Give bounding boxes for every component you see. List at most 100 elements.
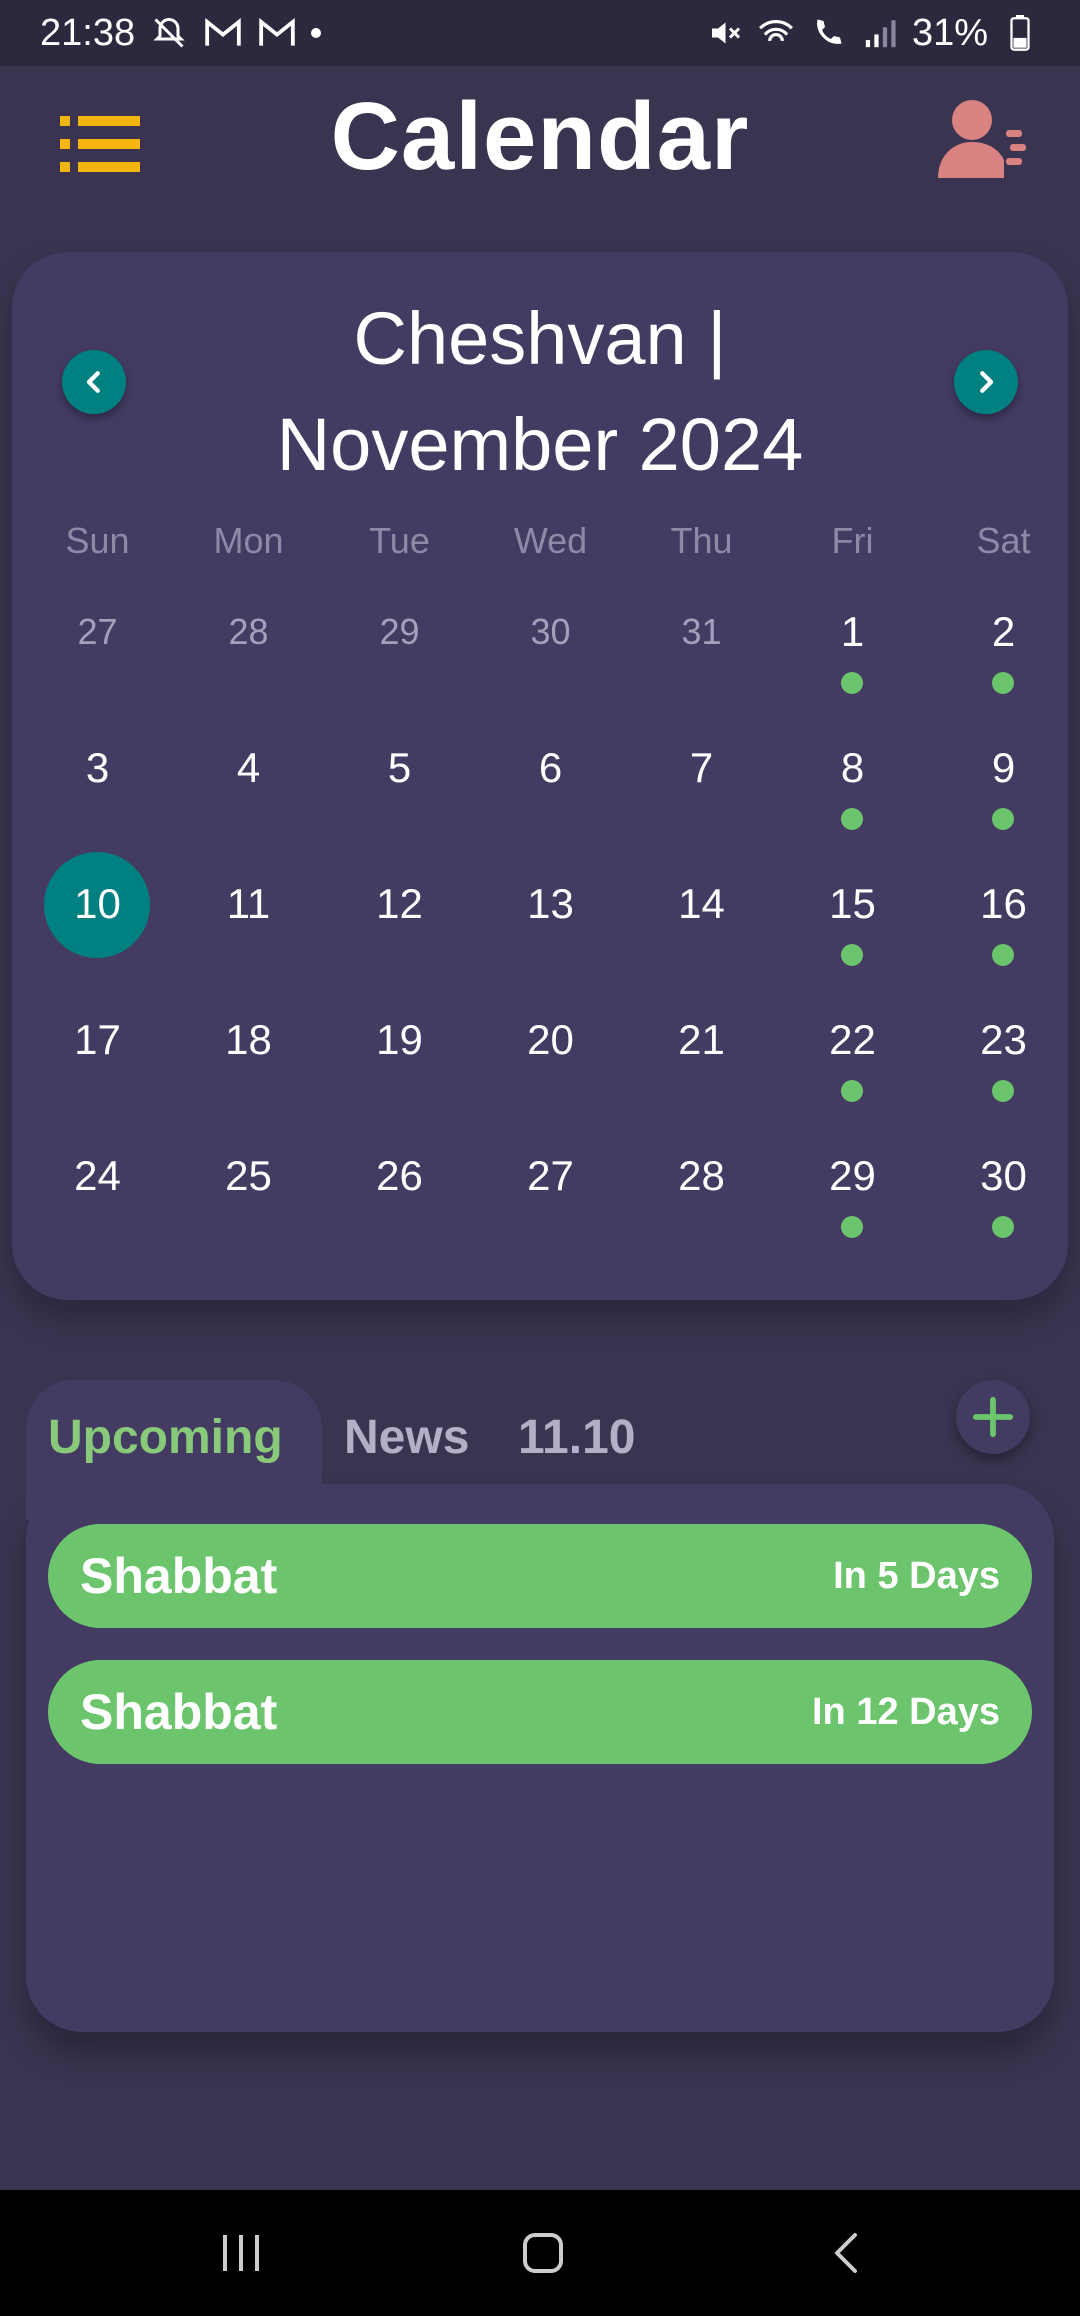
status-right: 31% [704, 12, 1040, 55]
day-number: 15 [829, 880, 876, 927]
day-cell[interactable]: 2 [928, 592, 1079, 712]
add-event-button[interactable] [956, 1380, 1030, 1454]
day-cell[interactable]: 14 [626, 864, 777, 984]
day-cell[interactable]: 13 [475, 864, 626, 984]
day-number: 10 [74, 880, 121, 927]
day-cell-today[interactable]: 10 [22, 852, 173, 984]
app-header: Calendar [0, 66, 1080, 216]
day-cell[interactable]: 27 [22, 592, 173, 712]
event-item[interactable]: Shabbat In 5 Days [48, 1524, 1032, 1628]
day-cell[interactable]: 6 [475, 728, 626, 848]
day-cell[interactable]: 12 [324, 864, 475, 984]
event-dot [841, 944, 863, 966]
day-number: 27 [77, 611, 118, 652]
page-title: Calendar [330, 83, 750, 190]
day-cell[interactable]: 4 [173, 728, 324, 848]
day-number: 31 [681, 611, 722, 652]
day-cell[interactable]: 30 [475, 592, 626, 712]
day-cell[interactable]: 9 [928, 728, 1079, 848]
day-number: 4 [236, 744, 261, 791]
day-cell[interactable]: 26 [324, 1136, 475, 1256]
back-button[interactable] [812, 2220, 882, 2286]
day-cell[interactable]: 23 [928, 1000, 1079, 1120]
status-left: 21:38 [40, 12, 322, 55]
screen: 21:38 31% Calendar Cheshvan | November 2… [0, 0, 1080, 2316]
day-number: 9 [991, 744, 1016, 791]
day-number: 1 [840, 608, 865, 655]
day-cell[interactable]: 28 [626, 1136, 777, 1256]
home-icon [523, 2233, 563, 2273]
weekday-label: Sun [65, 520, 130, 561]
weekday-label: Fri [831, 520, 874, 561]
day-cell[interactable]: 1 [777, 592, 928, 712]
day-cell[interactable]: 29 [324, 592, 475, 712]
event-dot [841, 672, 863, 694]
day-cell[interactable]: 27 [475, 1136, 626, 1256]
day-number: 23 [980, 1016, 1027, 1063]
event-dot [992, 672, 1014, 694]
system-nav-bar [0, 2190, 1080, 2316]
day-number: 30 [980, 1152, 1027, 1199]
event-dot [992, 944, 1014, 966]
day-cell[interactable]: 3 [22, 728, 173, 848]
day-number: 17 [74, 1016, 121, 1063]
day-cell[interactable]: 16 [928, 864, 1079, 984]
day-cell[interactable]: 20 [475, 1000, 626, 1120]
day-cell[interactable]: 19 [324, 1000, 475, 1120]
calendar-card: Cheshvan | November 2024 Sun Mon Tue Wed Thu… [12, 252, 1068, 1300]
next-month-button[interactable] [954, 350, 1018, 414]
day-number: 21 [678, 1016, 725, 1063]
recents-button[interactable] [206, 2220, 276, 2286]
day-cell[interactable]: 29 [777, 1136, 928, 1256]
day-number: 14 [678, 880, 725, 927]
home-button[interactable] [508, 2220, 578, 2286]
day-number: 25 [225, 1152, 272, 1199]
day-cell[interactable]: 5 [324, 728, 475, 848]
day-number: 6 [538, 744, 563, 791]
event-dot [992, 808, 1014, 830]
mute-icon [704, 13, 744, 53]
weekday-header: Sun Mon Tue Wed Thu Fri Sat [12, 520, 1068, 580]
event-name: Shabbat [80, 1548, 278, 1604]
profile-button[interactable] [934, 94, 1034, 194]
day-number: 28 [228, 611, 269, 652]
day-cell[interactable]: 24 [22, 1136, 173, 1256]
day-cell[interactable]: 22 [777, 1000, 928, 1120]
event-dot [841, 1216, 863, 1238]
day-cell[interactable]: 18 [173, 1000, 324, 1120]
day-number: 29 [829, 1152, 876, 1199]
day-number: 8 [840, 744, 865, 791]
day-cell[interactable]: 30 [928, 1136, 1079, 1256]
day-number: 27 [527, 1152, 574, 1199]
day-cell[interactable]: 21 [626, 1000, 777, 1120]
day-cell[interactable]: 11 [173, 864, 324, 984]
day-cell[interactable]: 31 [626, 592, 777, 712]
gmail-icon [203, 13, 243, 53]
tab-upcoming[interactable]: Upcoming [48, 1410, 283, 1465]
event-name: Shabbat [80, 1684, 278, 1740]
plus-icon [972, 1396, 1014, 1438]
back-icon [835, 2233, 857, 2273]
day-cell[interactable]: 17 [22, 1000, 173, 1120]
day-number: 16 [980, 880, 1027, 927]
hebrew-month-label: Cheshvan | [353, 297, 727, 380]
tab-date[interactable]: 11.10 [518, 1410, 635, 1465]
weekday-label: Sat [976, 520, 1031, 561]
day-cell[interactable]: 25 [173, 1136, 324, 1256]
day-cell[interactable]: 7 [626, 728, 777, 848]
gregorian-month-label: November 2024 [276, 403, 804, 486]
day-number: 5 [387, 744, 412, 791]
day-cell[interactable]: 15 [777, 864, 928, 984]
weekday-label: Tue [369, 520, 430, 561]
prev-month-button[interactable] [62, 350, 126, 414]
day-number: 2 [991, 608, 1016, 655]
battery-icon [1000, 13, 1040, 53]
event-item[interactable]: Shabbat In 12 Days [48, 1660, 1032, 1764]
tab-news[interactable]: News [344, 1410, 469, 1465]
day-cell[interactable]: 28 [173, 592, 324, 712]
day-cell[interactable]: 8 [777, 728, 928, 848]
status-bar: 21:38 31% [0, 0, 1080, 66]
notifications-off-icon [149, 13, 189, 53]
month-title: Cheshvan | November 2024 [132, 286, 948, 498]
wifi-calling-icon [808, 13, 848, 53]
